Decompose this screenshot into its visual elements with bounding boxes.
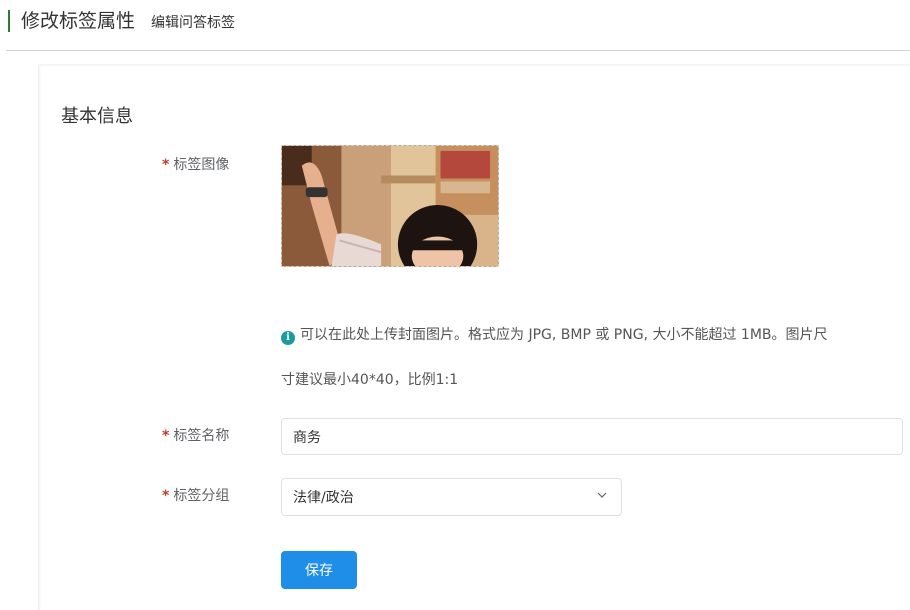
tag-group-select[interactable]: 法律/政治	[281, 478, 622, 516]
required-mark: *	[162, 157, 170, 173]
required-mark: *	[162, 488, 170, 504]
upload-tip-line-1: 可以在此处上传封面图片。格式应为 JPG, BMP 或 PNG, 大小不能超过 …	[300, 327, 828, 343]
page-title: 修改标签属性	[21, 10, 136, 32]
tag-name-label-text: 标签名称	[173, 428, 230, 444]
tag-group-label: * 标签分组	[162, 486, 229, 506]
tag-group-selected-value: 法律/政治	[293, 490, 354, 506]
content-panel-top-edge	[38, 64, 910, 67]
upload-tip: i 可以在此处上传封面图片。格式应为 JPG, BMP 或 PNG, 大小不能超过…	[281, 325, 828, 345]
tag-name-label: * 标签名称	[162, 426, 229, 446]
info-circle-icon: i	[281, 331, 295, 345]
required-mark: *	[162, 428, 170, 444]
content-panel-left-edge	[38, 66, 41, 610]
page-subtitle: 编辑问答标签	[151, 15, 235, 31]
tag-image-preview	[282, 146, 498, 266]
tag-group-label-text: 标签分组	[173, 488, 230, 504]
section-title: 基本信息	[61, 106, 133, 127]
page-header: 修改标签属性 编辑问答标签	[6, 0, 910, 51]
tag-image-label: * 标签图像	[162, 155, 229, 175]
save-button[interactable]: 保存	[281, 551, 357, 589]
tag-image-label-text: 标签图像	[173, 157, 230, 173]
chevron-down-icon	[597, 492, 607, 498]
header-accent-bar	[8, 10, 10, 32]
tag-image-upload[interactable]	[281, 145, 499, 267]
tag-name-input[interactable]	[281, 418, 903, 455]
upload-tip-line-2: 寸建议最小40*40，比例1:1	[281, 372, 459, 388]
